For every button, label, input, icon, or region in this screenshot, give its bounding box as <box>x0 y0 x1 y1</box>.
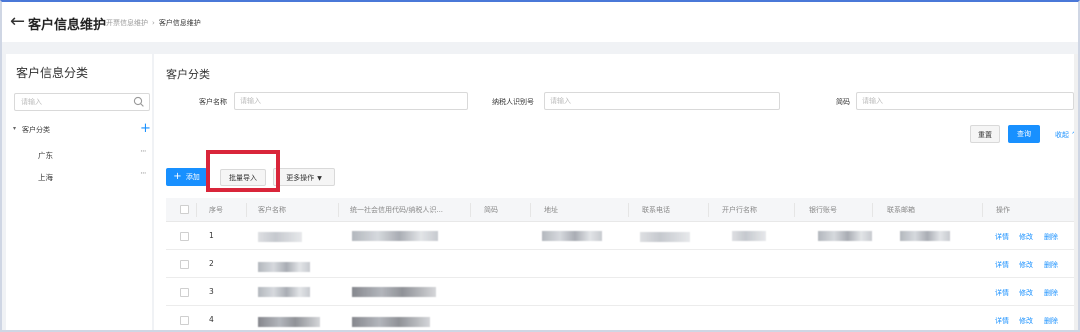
breadcrumb-parent[interactable]: 开票信息维护 <box>106 19 148 27</box>
tree-item-shanghai[interactable]: 上海 ··· <box>10 169 150 184</box>
edit-link[interactable]: 修改 <box>1019 260 1033 270</box>
add-category-icon[interactable]: + <box>140 121 151 136</box>
table-row: 4 详情 修改 删除 <box>166 307 1078 330</box>
category-sidebar: 客户信息分类 ▾ 客户分类 + 广东 ··· 上海 ··· <box>6 54 152 330</box>
customer-name-input[interactable] <box>234 92 468 110</box>
column-divider <box>530 203 531 217</box>
reset-button[interactable]: 重置 <box>970 125 1000 143</box>
delete-link[interactable]: 删除 <box>1044 232 1058 242</box>
table-row: 3 详情 修改 删除 <box>166 279 1078 306</box>
table-row: 2 详情 修改 删除 <box>166 251 1078 278</box>
redacted-customer-name <box>258 317 320 327</box>
redacted-credit-code <box>352 287 436 297</box>
more-actions-label: 更多操作 <box>286 174 315 182</box>
column-header-index: 序号 <box>209 206 223 214</box>
row-checkbox[interactable] <box>180 316 189 325</box>
tax-id-label: 纳税人识别号 <box>492 98 534 106</box>
tax-id-input[interactable] <box>544 92 780 110</box>
delete-link[interactable]: 删除 <box>1044 260 1058 270</box>
column-header-credit-code: 统一社会信用代码/纳税人识... <box>350 206 444 214</box>
detail-link[interactable]: 详情 <box>995 232 1009 242</box>
redacted-customer-name <box>258 287 310 297</box>
redacted-phone <box>640 232 690 242</box>
redacted-customer-name <box>258 262 310 272</box>
short-code-input[interactable] <box>856 92 1074 110</box>
column-header-address: 地址 <box>544 206 558 214</box>
column-header-actions: 操作 <box>996 206 1010 214</box>
table-row: 1 详情 修改 删除 <box>166 223 1078 250</box>
caret-down-icon[interactable]: ▾ <box>13 125 16 132</box>
sidebar-title: 客户信息分类 <box>16 66 89 80</box>
redacted-address <box>542 231 602 241</box>
table-header: 序号 客户名称 统一社会信用代码/纳税人识... 简码 地址 联系电话 开户行名… <box>166 198 1078 222</box>
redacted-email <box>900 231 950 241</box>
column-divider <box>982 203 983 217</box>
tree-item-label: 广东 <box>38 151 53 160</box>
breadcrumb-separator: › <box>152 19 155 27</box>
tree-item-label: 上海 <box>38 173 53 182</box>
main-panel: 客户分类 客户名称 纳税人识别号 简码 重置 查询 收起 ^ + 添加 批量导入… <box>154 54 1078 330</box>
column-header-bank-name: 开户行名称 <box>722 206 757 214</box>
short-code-label: 简码 <box>836 98 850 106</box>
breadcrumb: 开票信息维护 › 客户信息维护 <box>106 18 201 28</box>
add-button-label: 添加 <box>185 173 200 181</box>
sidebar-search-input[interactable] <box>14 93 150 111</box>
row-index: 1 <box>209 231 214 240</box>
main-title: 客户分类 <box>166 68 210 81</box>
column-header-email: 联系邮箱 <box>887 206 915 214</box>
redacted-credit-code <box>352 231 438 241</box>
more-dots-icon[interactable]: ··· <box>140 147 147 157</box>
column-divider <box>470 203 471 217</box>
detail-link[interactable]: 详情 <box>995 288 1009 298</box>
breadcrumb-current: 客户信息维护 <box>158 19 201 27</box>
detail-link[interactable]: 详情 <box>995 316 1009 326</box>
plus-icon: + <box>173 171 182 182</box>
column-header-phone: 联系电话 <box>642 206 670 214</box>
column-divider <box>708 203 709 217</box>
column-divider <box>246 203 247 217</box>
row-checkbox[interactable] <box>180 288 189 297</box>
page-header: ← 客户信息维护 开票信息维护 › 客户信息维护 <box>2 2 1078 42</box>
batch-import-highlight <box>206 150 280 192</box>
column-header-short-code: 简码 <box>484 206 498 214</box>
tree-root-label: 客户分类 <box>22 126 50 134</box>
delete-link[interactable]: 删除 <box>1044 288 1058 298</box>
row-index: 4 <box>209 315 214 324</box>
caret-down-icon: ▼ <box>317 175 322 182</box>
more-dots-icon[interactable]: ··· <box>140 169 147 179</box>
row-index: 2 <box>209 259 214 268</box>
redacted-customer-name <box>258 232 302 242</box>
tree-item-guangdong[interactable]: 广东 ··· <box>10 147 150 162</box>
search-icon[interactable] <box>132 95 146 109</box>
customer-name-label: 客户名称 <box>199 98 227 106</box>
column-divider <box>872 203 873 217</box>
redacted-credit-code <box>352 317 430 327</box>
detail-link[interactable]: 详情 <box>995 260 1009 270</box>
column-header-customer-name: 客户名称 <box>258 206 286 214</box>
row-index: 3 <box>209 287 214 296</box>
edit-link[interactable]: 修改 <box>1019 316 1033 326</box>
redacted-bank-name <box>732 231 766 241</box>
redacted-bank-account <box>818 231 872 241</box>
column-divider <box>196 203 197 217</box>
page-title: 客户信息维护 <box>28 18 107 33</box>
delete-link[interactable]: 删除 <box>1044 316 1058 326</box>
row-checkbox[interactable] <box>180 232 189 241</box>
column-header-bank-account: 银行账号 <box>809 206 837 214</box>
add-button[interactable]: + 添加 <box>166 168 207 186</box>
app-window: ← 客户信息维护 开票信息维护›客户信息维护 客户信息分类 ▾ 客户分类 + 广… <box>0 0 1080 332</box>
more-actions-button[interactable]: 更多操作 ▼ <box>273 168 335 186</box>
tree-root-customer-category[interactable]: ▾ 客户分类 + <box>10 121 151 138</box>
vertical-scrollbar[interactable] <box>1074 54 1078 330</box>
edit-link[interactable]: 修改 <box>1019 232 1033 242</box>
select-all-checkbox[interactable] <box>180 205 189 214</box>
column-divider <box>794 203 795 217</box>
row-checkbox[interactable] <box>180 260 189 269</box>
edit-link[interactable]: 修改 <box>1019 288 1033 298</box>
query-button[interactable]: 查询 <box>1008 125 1040 143</box>
column-divider <box>628 203 629 217</box>
column-divider <box>338 203 339 217</box>
back-arrow-icon[interactable]: ← <box>10 11 25 32</box>
